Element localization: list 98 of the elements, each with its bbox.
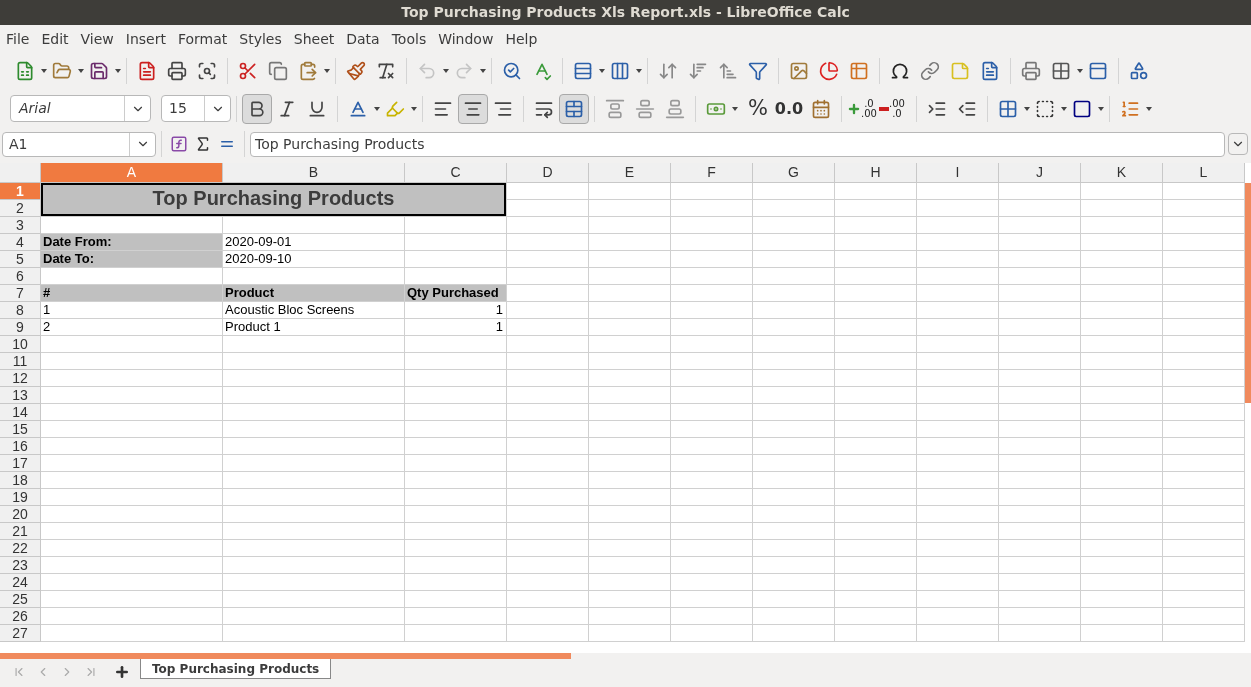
row-header[interactable]: 7 — [0, 285, 41, 302]
menu-item[interactable]: Styles — [234, 28, 287, 50]
row-header[interactable]: 6 — [0, 268, 41, 285]
number-cell-text: 1 — [494, 319, 504, 335]
formula-input[interactable]: Top Purchasing Products — [250, 131, 1225, 157]
table-cell-text: Acoustic Bloc Screens — [224, 302, 356, 318]
row-header[interactable]: 17 — [0, 455, 41, 472]
caret-icon[interactable] — [732, 106, 738, 111]
number-format-button[interactable]: 0.0 — [772, 96, 806, 121]
column-header[interactable]: K — [1081, 163, 1163, 183]
row-header[interactable]: 2 — [0, 200, 41, 217]
row-header[interactable]: 20 — [0, 506, 41, 523]
row-header[interactable]: 26 — [0, 608, 41, 625]
row-header[interactable]: 27 — [0, 625, 41, 642]
row-header[interactable]: 19 — [0, 489, 41, 506]
row-header[interactable]: 24 — [0, 574, 41, 591]
menu-item[interactable]: Edit — [36, 28, 74, 50]
menu-item[interactable]: File — [1, 28, 35, 50]
row-header[interactable]: 15 — [0, 421, 41, 438]
menu-item[interactable]: Sheet — [288, 28, 340, 50]
number-cell-text: 1 — [494, 302, 504, 318]
function-wizard-icon[interactable] — [170, 135, 188, 153]
column-header[interactable]: G — [753, 163, 835, 183]
row-header[interactable]: 23 — [0, 557, 41, 574]
caret-icon[interactable] — [41, 69, 47, 73]
caret-icon[interactable] — [1061, 106, 1067, 111]
column-header[interactable]: D — [507, 163, 589, 183]
header-cell: Qty Purchased — [405, 285, 506, 301]
caret-icon[interactable] — [480, 69, 486, 73]
font-name-field[interactable]: Arial — [10, 95, 151, 122]
column-header[interactable]: F — [671, 163, 753, 183]
menu-item[interactable]: View — [75, 28, 119, 50]
table-cell-text: 2 — [42, 319, 52, 335]
title-cell: Top Purchasing Products — [41, 183, 506, 216]
font-size-field[interactable]: 15 — [161, 95, 231, 122]
label-cell: Date To: — [41, 251, 222, 267]
column-header[interactable]: H — [835, 163, 917, 183]
caret-icon[interactable] — [374, 106, 380, 111]
row-header[interactable]: 4 — [0, 234, 41, 251]
sheet-tab[interactable]: Top Purchasing Products — [140, 659, 332, 679]
row-header[interactable]: 14 — [0, 404, 41, 421]
row-header[interactable]: 21 — [0, 523, 41, 540]
caret-icon[interactable] — [599, 69, 605, 73]
column-header[interactable]: L — [1163, 163, 1245, 183]
row-header[interactable]: 16 — [0, 438, 41, 455]
caret-icon[interactable] — [1098, 106, 1104, 111]
caret-icon[interactable] — [411, 106, 417, 111]
row-header[interactable]: 11 — [0, 353, 41, 370]
minus-icon — [879, 106, 889, 111]
row-header[interactable]: 8 — [0, 302, 41, 319]
expand-formula-button[interactable] — [1228, 133, 1248, 155]
bold-icon[interactable] — [242, 93, 272, 124]
table-cell-text: 1 — [42, 302, 52, 318]
header-cell: # — [41, 285, 222, 301]
row-header[interactable]: 3 — [0, 217, 41, 234]
align-center-icon[interactable] — [458, 93, 488, 124]
table-cell-text: 2020-09-10 — [224, 251, 293, 267]
caret-icon[interactable] — [636, 69, 642, 73]
vertical-scrollbar[interactable] — [1245, 183, 1251, 403]
caret-icon[interactable] — [324, 69, 330, 73]
plus-icon — [847, 101, 861, 116]
menu-item[interactable]: Insert — [120, 28, 171, 50]
percent-button[interactable]: % — [744, 92, 772, 125]
caret-icon[interactable] — [1024, 106, 1030, 111]
row-header[interactable]: 12 — [0, 370, 41, 387]
caret-icon[interactable] — [443, 69, 449, 73]
column-header[interactable]: E — [589, 163, 671, 183]
caret-icon[interactable] — [1077, 69, 1083, 73]
row-header[interactable]: 25 — [0, 591, 41, 608]
menu-item[interactable]: Tools — [386, 28, 432, 50]
merge-cells-icon[interactable] — [559, 93, 589, 124]
caret-icon[interactable] — [115, 69, 121, 73]
row-header[interactable]: 10 — [0, 336, 41, 353]
column-header[interactable]: J — [999, 163, 1081, 183]
row-header[interactable]: 22 — [0, 540, 41, 557]
menu-item[interactable]: Window — [433, 28, 499, 50]
caret-icon[interactable] — [78, 69, 84, 73]
menu-item[interactable]: Data — [341, 28, 385, 50]
add-sheet-icon[interactable] — [114, 664, 130, 680]
row-header[interactable]: 5 — [0, 251, 41, 268]
label-cell: Date From: — [41, 234, 222, 250]
menu-item[interactable]: Help — [500, 28, 543, 50]
name-box[interactable]: A1 — [2, 131, 156, 157]
horizontal-scrollbar[interactable] — [0, 653, 571, 659]
table-cell-text: 2020-09-01 — [224, 234, 293, 250]
title-bar: Top Purchasing Products Xls Report.xls - LibreOffice Calc — [0, 0, 1251, 25]
header-cell: Product — [223, 285, 404, 301]
caret-icon[interactable] — [1146, 106, 1152, 111]
menu-item[interactable]: Format — [172, 28, 233, 50]
add-decimal-button[interactable]: .0 .00 — [847, 93, 879, 124]
row-header[interactable]: 13 — [0, 387, 41, 404]
column-header[interactable]: I — [917, 163, 999, 183]
column-header[interactable]: B — [223, 163, 405, 183]
row-header[interactable]: 18 — [0, 472, 41, 489]
delete-decimal-button[interactable]: .00 .0 — [879, 93, 911, 124]
row-header[interactable]: 9 — [0, 319, 41, 336]
table-cell-text: Product 1 — [224, 319, 282, 335]
column-header[interactable]: C — [405, 163, 507, 183]
